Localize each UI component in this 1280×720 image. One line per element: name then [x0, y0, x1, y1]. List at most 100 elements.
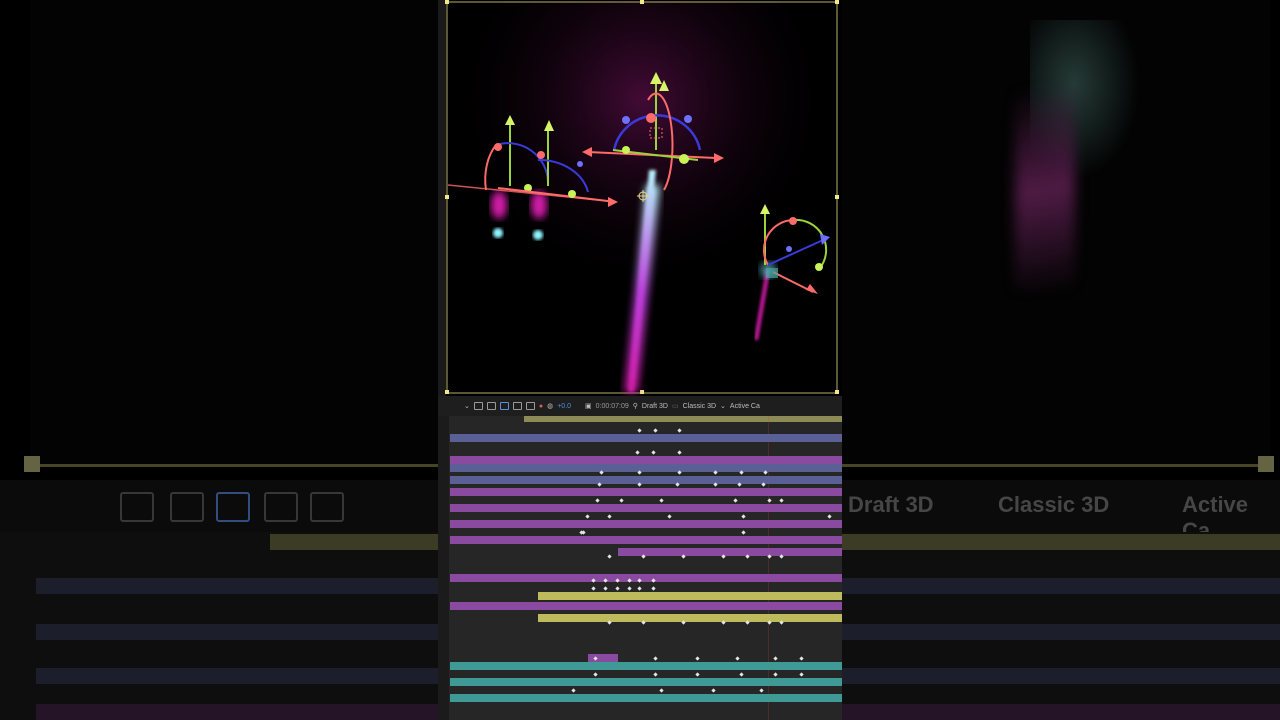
timeline-layer-bar[interactable]	[450, 456, 842, 464]
channel-icon[interactable]: ●	[539, 403, 543, 410]
timeline-layer-bar[interactable]	[538, 614, 842, 622]
keyframe-marker[interactable]	[761, 482, 766, 487]
keyframe-marker[interactable]	[739, 470, 744, 475]
keyframe-marker[interactable]	[651, 450, 656, 455]
timeline-layer-bar[interactable]	[450, 434, 842, 442]
keyframe-marker[interactable]	[571, 688, 576, 693]
composition-viewer[interactable]	[438, 0, 842, 396]
keyframe-marker[interactable]	[721, 554, 726, 559]
keyframe-marker[interactable]	[745, 620, 750, 625]
timeline-layer-bar[interactable]	[450, 662, 842, 670]
keyframe-marker[interactable]	[637, 428, 642, 433]
guides-icon[interactable]	[525, 402, 535, 410]
keyframe-marker[interactable]	[799, 656, 804, 661]
viewer-canvas[interactable]	[438, 0, 842, 396]
snapshot-icon[interactable]	[473, 402, 483, 410]
keyframe-marker[interactable]	[779, 554, 784, 559]
keyframe-marker[interactable]	[759, 688, 764, 693]
keyframe-marker[interactable]	[681, 620, 686, 625]
timeline-layer-bar[interactable]	[538, 592, 842, 600]
keyframe-marker[interactable]	[667, 514, 672, 519]
keyframe-marker[interactable]	[653, 428, 658, 433]
keyframe-marker[interactable]	[735, 656, 740, 661]
keyframe-marker[interactable]	[763, 470, 768, 475]
keyframe-marker[interactable]	[773, 672, 778, 677]
keyframe-marker[interactable]	[741, 514, 746, 519]
timeline-layer-bar[interactable]	[450, 560, 842, 568]
keyframe-marker[interactable]	[597, 482, 602, 487]
keyframe-marker[interactable]	[721, 620, 726, 625]
keyframe-marker[interactable]	[767, 498, 772, 503]
timeline-layer-bar[interactable]	[450, 504, 842, 512]
keyframe-marker[interactable]	[607, 620, 612, 625]
timeline-layer-bar[interactable]	[450, 464, 842, 472]
keyframe-marker[interactable]	[599, 470, 604, 475]
draft-3d-icon[interactable]: ⚲	[633, 402, 638, 410]
chevron-down-icon[interactable]: ⌄	[464, 402, 470, 410]
keyframe-marker[interactable]	[713, 470, 718, 475]
keyframe-marker[interactable]	[711, 688, 716, 693]
camera-select[interactable]: Active Ca	[730, 403, 760, 410]
keyframe-marker[interactable]	[581, 530, 586, 535]
keyframe-marker[interactable]	[677, 450, 682, 455]
keyframe-marker[interactable]	[675, 482, 680, 487]
keyframe-marker[interactable]	[767, 620, 772, 625]
timeline-layer-bar[interactable]	[450, 626, 842, 634]
keyframe-marker[interactable]	[773, 656, 778, 661]
keyframe-marker[interactable]	[637, 482, 642, 487]
chevron-down-icon[interactable]: ⌄	[720, 402, 726, 410]
keyframe-marker[interactable]	[653, 672, 658, 677]
keyframe-marker[interactable]	[779, 498, 784, 503]
timeline-layer-bar[interactable]	[450, 694, 842, 702]
timeline-layer-bar[interactable]	[450, 602, 842, 610]
timeline-layer-bar[interactable]	[450, 476, 842, 484]
timeline-layer-bar[interactable]	[618, 548, 842, 556]
timeline-layer-bar[interactable]	[450, 488, 842, 496]
keyframe-marker[interactable]	[595, 498, 600, 503]
keyframe-marker[interactable]	[767, 554, 772, 559]
color-management-icon[interactable]: ◍	[547, 402, 553, 410]
work-area-bar[interactable]	[524, 416, 842, 422]
exposure-value[interactable]: +0.0	[557, 403, 571, 410]
keyframe-marker[interactable]	[619, 498, 624, 503]
keyframe-marker[interactable]	[713, 482, 718, 487]
keyframe-marker[interactable]	[681, 554, 686, 559]
keyframe-marker[interactable]	[779, 620, 784, 625]
keyframe-marker[interactable]	[585, 514, 590, 519]
timecode[interactable]: 0:00:07:09	[596, 403, 629, 410]
renderer-label[interactable]: Draft 3D	[642, 403, 668, 410]
keyframe-marker[interactable]	[593, 672, 598, 677]
camera-icon[interactable]: ▣	[585, 402, 592, 410]
timeline-layer-bar[interactable]	[450, 678, 842, 686]
keyframe-marker[interactable]	[737, 482, 742, 487]
region-of-interest-icon[interactable]	[512, 402, 522, 410]
transparency-grid-icon[interactable]	[486, 402, 496, 410]
keyframe-marker[interactable]	[653, 656, 658, 661]
keyframe-marker[interactable]	[799, 672, 804, 677]
keyframe-marker[interactable]	[659, 688, 664, 693]
keyframe-marker[interactable]	[607, 514, 612, 519]
keyframe-marker[interactable]	[659, 498, 664, 503]
timeline-layer-bar[interactable]	[450, 520, 842, 528]
keyframe-marker[interactable]	[733, 498, 738, 503]
keyframe-marker[interactable]	[641, 620, 646, 625]
keyframe-marker[interactable]	[607, 554, 612, 559]
timeline-panel[interactable]	[438, 416, 842, 720]
timeline-layer-bar[interactable]	[450, 574, 842, 582]
keyframe-marker[interactable]	[695, 656, 700, 661]
keyframe-marker[interactable]	[641, 554, 646, 559]
keyframe-marker[interactable]	[739, 672, 744, 677]
keyframe-marker[interactable]	[741, 530, 746, 535]
view-mode-select[interactable]: Classic 3D	[683, 403, 716, 410]
keyframe-marker[interactable]	[745, 554, 750, 559]
keyframe-marker[interactable]	[827, 514, 832, 519]
keyframe-marker[interactable]	[637, 470, 642, 475]
timeline-layer-bar[interactable]	[450, 536, 842, 544]
keyframe-marker[interactable]	[695, 672, 700, 677]
keyframe-marker[interactable]	[677, 470, 682, 475]
mask-path-icon[interactable]	[499, 402, 509, 410]
3d-ground-plane-icon[interactable]: ▭	[672, 402, 679, 410]
keyframe-marker[interactable]	[677, 428, 682, 433]
timeline-layer-bar[interactable]	[450, 584, 842, 592]
keyframe-marker[interactable]	[635, 450, 640, 455]
